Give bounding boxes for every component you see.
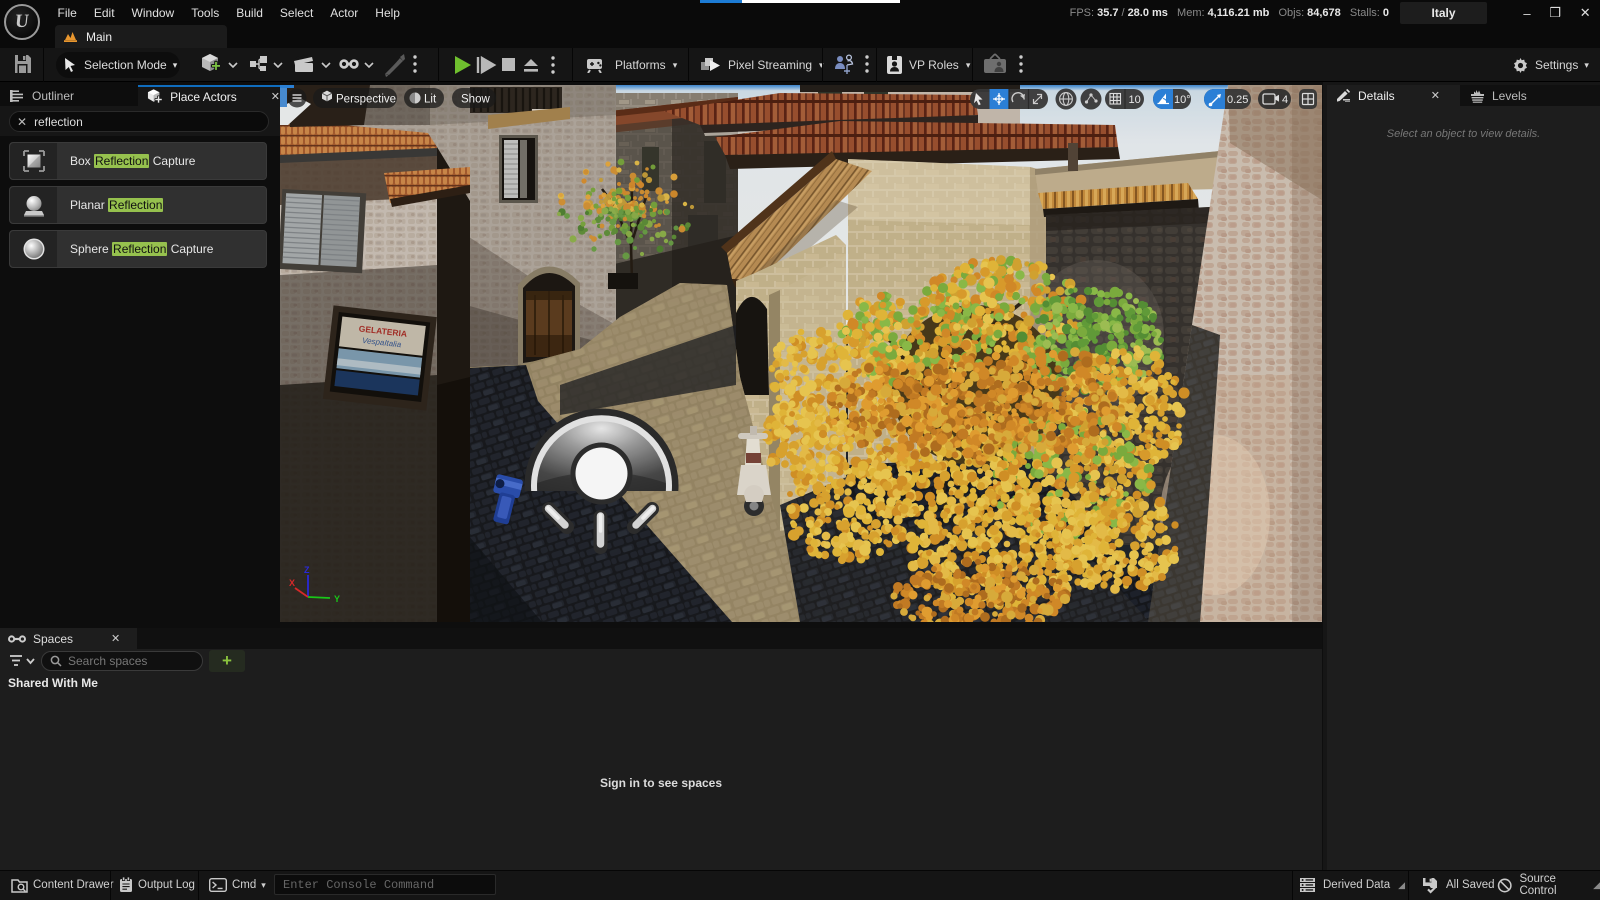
svg-text:Perspective: Perspective [336,94,396,106]
svg-text:10: 10 [1129,94,1141,106]
svg-text:4: 4 [1282,94,1288,106]
svg-text:0.25: 0.25 [1227,94,1248,106]
svg-text:Show: Show [461,94,490,106]
svg-text:10°: 10° [1174,94,1191,106]
svg-text:Lit: Lit [424,94,437,106]
